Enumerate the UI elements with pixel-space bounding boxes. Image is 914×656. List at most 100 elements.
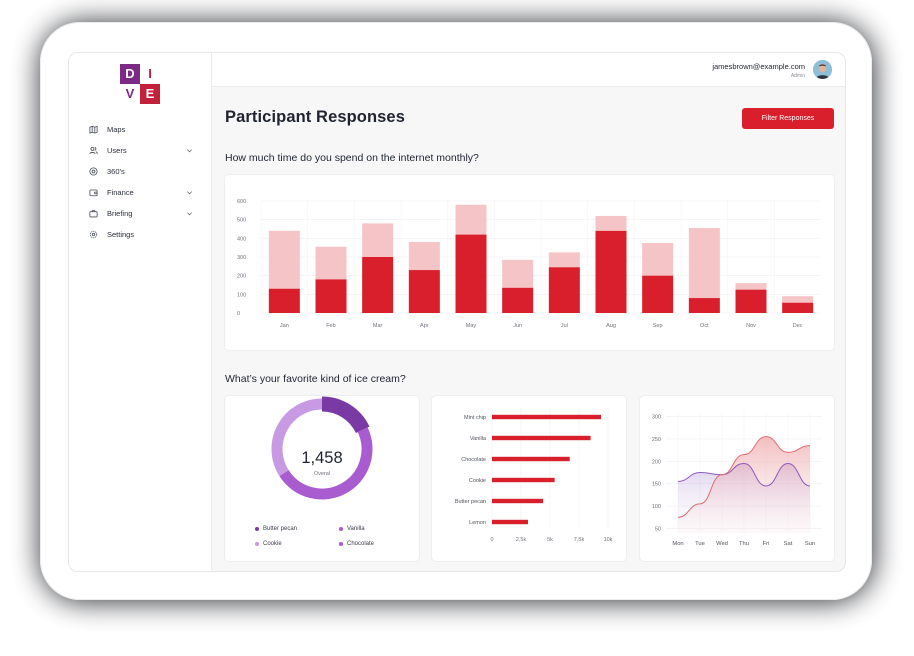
wallet-icon (89, 188, 98, 197)
x-tick-label: Fri (763, 541, 770, 547)
hbar (492, 477, 555, 483)
bar-segment-lower (595, 230, 627, 313)
page-title: Participant Responses (225, 108, 405, 126)
bar-segment-upper (362, 223, 394, 257)
x-tick-label: Apr (420, 323, 429, 329)
sidebar-item-settings[interactable]: Settings (89, 224, 193, 245)
donut-total: 1,458 (301, 449, 343, 467)
bar-segment-upper (315, 246, 347, 280)
top-bar: jamesbrown@example.com Admin (212, 53, 845, 87)
legend-label: Chocolate (347, 541, 375, 547)
y-tick-label: 300 (652, 414, 661, 420)
bar-segment-upper (548, 252, 580, 268)
logo-letter-d: D (120, 64, 140, 84)
y-tick-label: 600 (237, 199, 246, 205)
horizontal-bar-chart: 0 2,5k 5k 7,5k 10k Mint chip Vanilla Chocolate C… (455, 408, 613, 543)
bar-segment-lower (362, 257, 394, 313)
x-tick-label: 7,5k (574, 537, 585, 543)
avatar[interactable] (813, 60, 832, 79)
sidebar-item-briefing[interactable]: Briefing (89, 203, 193, 224)
sidebar-item-finance[interactable]: Finance (89, 182, 193, 203)
sidebar-item-users[interactable]: Users (89, 140, 193, 161)
bar-segment-upper (688, 228, 720, 299)
x-tick-label: Mar (373, 323, 383, 329)
bar-segment-lower (455, 234, 487, 313)
chevron-down-icon[interactable] (186, 147, 193, 154)
y-tick-label: Chocolate (461, 457, 486, 463)
bar-segment-lower (408, 270, 440, 313)
question-internet-time: How much time do you spend on the intern… (225, 152, 479, 164)
x-tick-label: Oct (700, 323, 709, 329)
donut-center-label: Overal (313, 471, 331, 477)
x-tick-label: Tue (695, 541, 705, 547)
sidebar-nav: Maps Users 360's Finance Briefing Settin… (89, 119, 193, 245)
legend-dot (255, 542, 259, 546)
chevron-down-icon[interactable] (186, 210, 193, 217)
hbar (492, 435, 591, 441)
gear-icon (89, 230, 98, 239)
sidebar-item-label: Users (107, 146, 127, 155)
x-tick-label: Sep (653, 323, 663, 329)
user-info[interactable]: jamesbrown@example.com Admin (712, 62, 805, 79)
logo-letter-e: E (140, 84, 160, 104)
user-email: jamesbrown@example.com (712, 62, 805, 71)
legend-label: Butter pecan (263, 526, 298, 532)
bar-segment-upper (502, 259, 534, 288)
x-tick-label: Jun (513, 323, 522, 329)
filter-responses-button[interactable]: Filter Responses (742, 108, 834, 129)
users-icon (89, 146, 98, 155)
x-tick-label: 2,5k (516, 537, 527, 543)
y-tick-label: Lemon (469, 520, 486, 526)
bar-segment-upper (735, 283, 767, 290)
bar-segment-lower (735, 289, 767, 313)
x-tick-label: Wed (716, 541, 728, 547)
bar-segment-lower (782, 302, 814, 313)
area-chart-card: 50 100 150 200 250 300 Mon Tue Wed Thu Fri Sat Sun (640, 396, 834, 561)
donut-chart-card: 1,458 Overal Butter pecan Vanilla Cookie Ch… (225, 396, 419, 561)
x-tick-label: Aug (606, 323, 616, 329)
y-tick-label: Vanilla (470, 436, 487, 442)
map-icon (89, 125, 98, 134)
sidebar-item-maps[interactable]: Maps (89, 119, 193, 140)
legend-item: Vanilla (339, 526, 365, 532)
target-icon (89, 167, 98, 176)
logo-letter-v: V (120, 84, 140, 104)
y-tick-label: 100 (237, 292, 246, 298)
question-ice-cream: What’s your favorite kind of ice cream? (225, 373, 406, 385)
y-tick-label: 300 (237, 255, 246, 261)
donut-slice (321, 396, 370, 434)
monthly-bar-chart-card: 0 100 200 300 400 500 600 Jan Feb Mar Apr May Jun Jul… (225, 175, 834, 350)
legend-dot (339, 527, 343, 531)
x-tick-label: Sat (784, 541, 793, 547)
legend-item: Butter pecan (255, 526, 297, 532)
monthly-bar-chart: 0 100 200 300 400 500 600 Jan Feb Mar Apr May Jun Jul… (237, 199, 821, 329)
sidebar-item-label: Settings (107, 230, 135, 239)
app-logo[interactable]: D I V E (120, 64, 162, 104)
chevron-down-icon[interactable] (186, 189, 193, 196)
y-tick-label: 500 (237, 218, 246, 224)
user-role: Admin (790, 73, 805, 79)
bar-segment-lower (548, 267, 580, 313)
bar-segment-upper (268, 230, 300, 289)
hbar (492, 456, 570, 462)
x-tick-label: Feb (326, 323, 335, 329)
app-window: D I V E Maps Users 360's Finance Briefin… (68, 52, 846, 572)
x-tick-label: Dec (793, 323, 803, 329)
area-chart: 50 100 150 200 250 300 Mon Tue Wed Thu Fri Sat Sun (652, 412, 822, 547)
briefcase-icon (89, 209, 98, 218)
legend-item: Chocolate (339, 541, 374, 547)
bar-segment-lower (315, 279, 347, 313)
bar-segment-lower (502, 287, 534, 313)
y-tick-label: 50 (655, 527, 661, 533)
x-tick-label: 5k (547, 537, 553, 543)
hbar (492, 519, 528, 525)
y-tick-label: 200 (237, 274, 246, 280)
bar-segment-upper (595, 215, 627, 231)
bar-segment-upper (782, 296, 814, 303)
sidebar-item-label: Briefing (107, 209, 133, 218)
y-tick-label: 250 (652, 437, 661, 443)
bar-segment-lower (642, 275, 674, 313)
sidebar-item-360s[interactable]: 360's (89, 161, 193, 182)
y-tick-label: Cookie (469, 478, 486, 484)
hbar (492, 498, 544, 504)
